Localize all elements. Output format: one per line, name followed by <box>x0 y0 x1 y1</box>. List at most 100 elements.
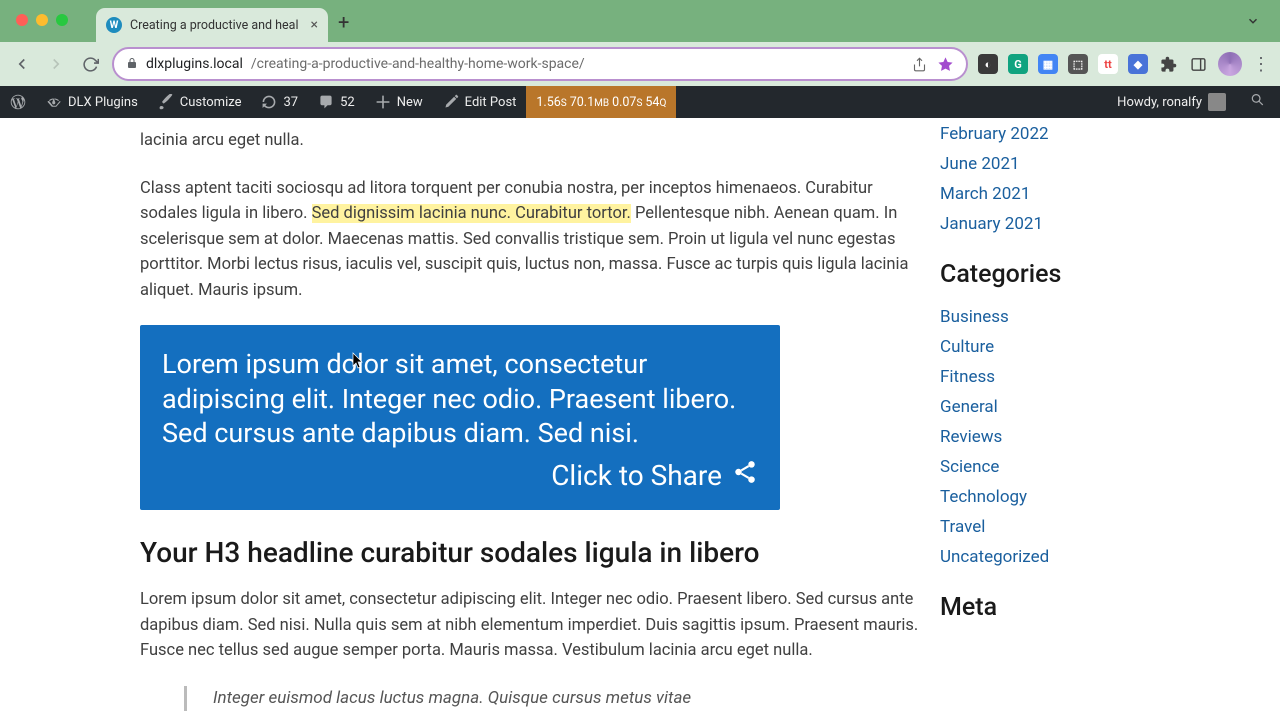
wp-logo-menu[interactable] <box>0 86 36 118</box>
archive-link[interactable]: January 2021 <box>940 214 1043 234</box>
browser-tab-strip: W Creating a productive and heal × + <box>0 0 1280 42</box>
url-host: dlxplugins.local <box>146 56 243 72</box>
site-name-menu[interactable]: DLX Plugins <box>36 86 148 118</box>
paintbrush-icon <box>158 94 174 110</box>
sidebar: February 2022 June 2021 March 2021 January … <box>940 118 1240 711</box>
paragraph-tail: lacinia arcu eget nulla. <box>140 128 920 154</box>
share-nodes-icon <box>732 459 758 492</box>
browser-menu-button[interactable]: ⋮ <box>1252 54 1270 75</box>
update-icon <box>261 94 277 110</box>
forward-button[interactable] <box>44 52 68 76</box>
extensions-row: ◐ G ▦ ⬚ tt ◆ ⋮ <box>978 52 1270 76</box>
query-monitor-stats[interactable]: 1.56s 70.1MB 0.07s 54Q <box>526 86 676 118</box>
archive-item: January 2021 <box>940 214 1220 234</box>
pencil-icon <box>443 94 459 110</box>
tab-close-icon[interactable]: × <box>311 17 318 33</box>
archive-link[interactable]: February 2022 <box>940 124 1049 144</box>
blockquote: Integer euismod lacus luctus magna. Quis… <box>184 686 920 712</box>
category-link[interactable]: General <box>940 397 998 417</box>
browser-tab-active[interactable]: W Creating a productive and heal × <box>96 8 328 42</box>
close-window-button[interactable] <box>16 14 28 26</box>
article-content: lacinia arcu eget nulla. Class aptent ta… <box>140 118 920 711</box>
category-item: Travel <box>940 517 1220 537</box>
category-item: Reviews <box>940 427 1220 447</box>
user-avatar-icon <box>1208 93 1226 111</box>
categories-heading: Categories <box>940 260 1220 289</box>
browser-toolbar: dlxplugins.local/creating-a-productive-a… <box>0 42 1280 86</box>
admin-bar-search[interactable] <box>1236 92 1280 112</box>
bookmark-star-icon[interactable] <box>936 55 954 73</box>
category-link[interactable]: Uncategorized <box>940 547 1049 567</box>
site-name-label: DLX Plugins <box>68 95 138 110</box>
new-label: New <box>397 95 423 110</box>
updates-count: 37 <box>283 95 298 110</box>
category-link[interactable]: Business <box>940 307 1009 327</box>
category-link[interactable]: Reviews <box>940 427 1002 447</box>
customize-label: Customize <box>180 95 242 110</box>
category-item: Business <box>940 307 1220 327</box>
extension-icon[interactable]: ◐ <box>978 54 998 74</box>
click-to-share-text: Lorem ipsum dolor sit amet, consectetur … <box>162 347 758 451</box>
extension-icon[interactable]: ▦ <box>1038 54 1058 74</box>
click-to-share-box[interactable]: Lorem ipsum dolor sit amet, consectetur … <box>140 325 780 510</box>
category-link[interactable]: Science <box>940 457 999 477</box>
extension-icon[interactable]: tt <box>1098 54 1118 74</box>
page-viewport: lacinia arcu eget nulla. Class aptent ta… <box>0 118 1280 720</box>
categories-list: Business Culture Fitness General Reviews Scie… <box>940 307 1220 567</box>
tab-title: Creating a productive and heal <box>130 18 303 33</box>
share-icon[interactable] <box>910 55 928 73</box>
category-link[interactable]: Fitness <box>940 367 995 387</box>
click-to-share-cta: Click to Share <box>551 459 722 492</box>
my-account-menu[interactable]: Howdy, ronalfy <box>1107 86 1236 118</box>
category-item: Uncategorized <box>940 547 1220 567</box>
maximize-window-button[interactable] <box>56 14 68 26</box>
plus-icon <box>375 94 391 110</box>
category-item: General <box>940 397 1220 417</box>
window-controls <box>16 14 68 26</box>
category-item: Technology <box>940 487 1220 507</box>
meta-heading: Meta <box>940 593 1220 622</box>
edit-post-link[interactable]: Edit Post <box>433 86 527 118</box>
comment-icon <box>318 94 334 110</box>
howdy-label: Howdy, ronalfy <box>1117 95 1202 110</box>
edit-post-label: Edit Post <box>465 95 517 110</box>
paragraph: Lorem ipsum dolor sit amet, consectetur … <box>140 587 920 664</box>
updates-link[interactable]: 37 <box>251 86 308 118</box>
gauge-icon <box>46 94 62 110</box>
new-content-menu[interactable]: New <box>365 86 433 118</box>
paragraph: Class aptent taciti sociosqu ad litora t… <box>140 176 920 304</box>
minimize-window-button[interactable] <box>36 14 48 26</box>
article-h3: Your H3 headline curabitur sodales ligul… <box>140 536 920 569</box>
wp-admin-bar: DLX Plugins Customize 37 52 New Edit Pos… <box>0 86 1280 118</box>
new-tab-button[interactable]: + <box>328 6 359 42</box>
customize-link[interactable]: Customize <box>148 86 252 118</box>
extensions-menu-icon[interactable] <box>1158 54 1178 74</box>
comments-link[interactable]: 52 <box>308 86 365 118</box>
category-item: Science <box>940 457 1220 477</box>
side-panel-icon[interactable] <box>1188 54 1208 74</box>
archive-item: March 2021 <box>940 184 1220 204</box>
archive-item: February 2022 <box>940 124 1220 144</box>
address-bar[interactable]: dlxplugins.local/creating-a-productive-a… <box>112 47 968 81</box>
site-lock-icon[interactable] <box>126 57 138 72</box>
wordpress-logo-icon <box>10 94 26 110</box>
extension-icon[interactable]: ◆ <box>1128 54 1148 74</box>
wordpress-favicon-icon: W <box>106 17 122 33</box>
category-link[interactable]: Culture <box>940 337 994 357</box>
archive-link[interactable]: March 2021 <box>940 184 1030 204</box>
back-button[interactable] <box>10 52 34 76</box>
category-item: Fitness <box>940 367 1220 387</box>
extension-icon[interactable]: G <box>1008 54 1028 74</box>
profile-avatar-button[interactable] <box>1218 52 1242 76</box>
archives-list: February 2022 June 2021 March 2021 January … <box>940 124 1220 234</box>
url-path: /creating-a-productive-and-healthy-home-… <box>251 56 585 72</box>
extension-icon[interactable]: ⬚ <box>1068 54 1088 74</box>
reload-button[interactable] <box>78 52 102 76</box>
archive-item: June 2021 <box>940 154 1220 174</box>
category-link[interactable]: Travel <box>940 517 985 537</box>
highlighted-text: Sed dignissim lacinia nunc. Curabitur to… <box>312 204 631 223</box>
tab-list-button[interactable] <box>1234 7 1272 42</box>
category-link[interactable]: Technology <box>940 487 1027 507</box>
archive-link[interactable]: June 2021 <box>940 154 1020 174</box>
category-item: Culture <box>940 337 1220 357</box>
